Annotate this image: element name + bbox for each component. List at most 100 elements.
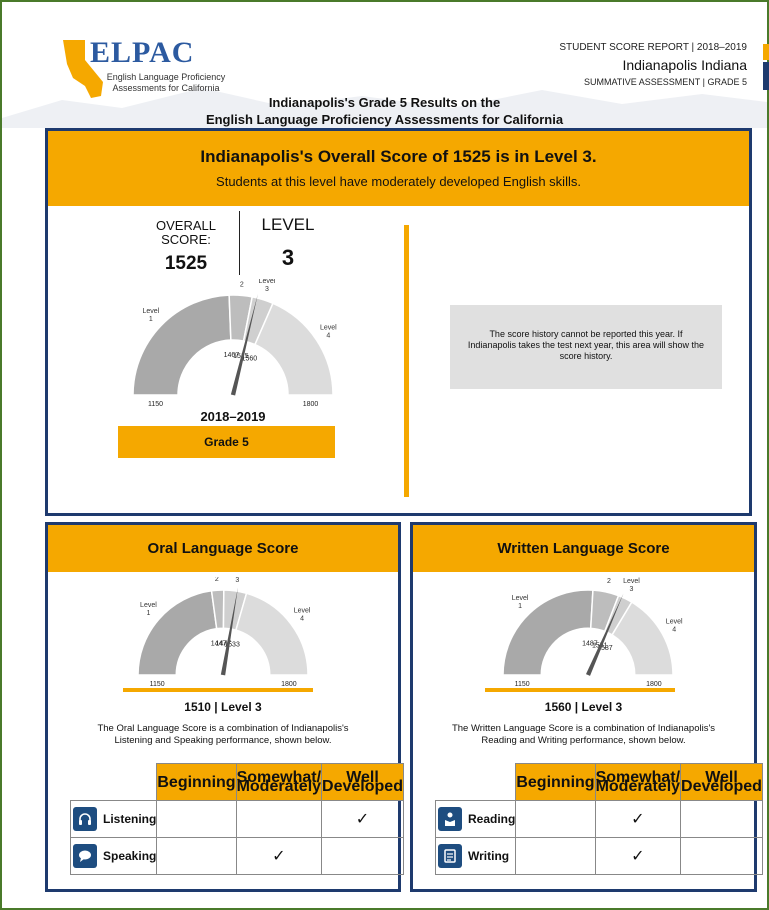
- overall-subline: Students at this level have moderately d…: [216, 174, 581, 189]
- oral-score-bar: [123, 688, 313, 692]
- written-score-bar: [485, 688, 675, 692]
- elpac-logo-title: ELPAC: [90, 36, 195, 69]
- written-description-line-2: Reading and Writing performance, shown b…: [481, 735, 686, 746]
- table-header-row: Beginning Somewhat/ Moderately Well Deve…: [71, 763, 404, 801]
- gauge-level-label-1: Level 1: [140, 602, 157, 617]
- gauge-level-label-4: Level 4: [320, 325, 337, 340]
- check-icon: ✓: [631, 848, 645, 865]
- oral-language-title: Oral Language Score: [48, 525, 398, 572]
- listening-somewhat-cell: [235, 800, 323, 838]
- reading-label-cell: Reading: [434, 800, 517, 838]
- report-line: STUDENT SCORE REPORT | 2018–2019: [559, 42, 747, 53]
- speaking-beginning-cell: [156, 837, 237, 875]
- score-history-placeholder: The score history cannot be reported thi…: [450, 305, 722, 389]
- speaking-label: Speaking: [103, 849, 157, 863]
- table-header-blank: [71, 764, 157, 801]
- overall-score-panel: Indianapolis's Overall Score of 1525 is …: [45, 128, 752, 516]
- oral-description: The Oral Language Score is a combination…: [48, 723, 398, 747]
- logo-subtitle-line-2: Assessments for California: [112, 83, 220, 93]
- report-title-line-1: Indianapolis's Grade 5 Results on the: [268, 95, 501, 110]
- overall-score-label-line-1: OVERALL: [156, 218, 216, 233]
- table-row-reading: Reading ✓: [434, 800, 763, 838]
- oral-language-panel: Oral Language Score Level1 Level2 Level3 Le…: [45, 522, 404, 892]
- gauge-level-label-1: Level 1: [512, 595, 529, 610]
- oral-description-line-1: The Oral Language Score is a combination…: [97, 723, 349, 734]
- check-icon: ✓: [355, 811, 370, 828]
- table-header-row: Beginning Somewhat/ Moderately Well Deve…: [436, 763, 763, 801]
- header-somewhat-moderately: Somewhat/ Moderately: [594, 763, 682, 801]
- gauge-min-label: 1150: [515, 681, 530, 688]
- writing-label-cell: Writing: [434, 837, 517, 875]
- gauge-max-label: 1800: [303, 401, 319, 408]
- oral-score-line: 1510 | Level 3: [184, 700, 262, 714]
- gauge-level-label-2: Level2: [233, 279, 250, 288]
- oral-performance-table: Beginning Somewhat/ Moderately Well Deve…: [69, 763, 404, 875]
- reading-beginning-cell: [515, 800, 596, 838]
- gauge-level-label-1: Level 1: [142, 308, 159, 323]
- gauge-segment-level-4: [253, 302, 334, 396]
- level-value: 3: [281, 245, 295, 270]
- document-icon: [438, 844, 462, 868]
- gauge-min-label: 1150: [148, 401, 163, 408]
- gauge-min-label: 1150: [150, 681, 165, 688]
- logo-subtitle-line-1: English Language Proficiency: [106, 72, 226, 82]
- table-header-blank: [436, 764, 516, 801]
- gauge-segment-level-4: [235, 592, 309, 676]
- overall-score-gauge: Level1Level2Level3Level41467151515601150…: [132, 279, 337, 408]
- oral-description-line-2: Listening and Speaking performance, show…: [114, 735, 332, 746]
- report-info: STUDENT SCORE REPORT | 2018–2019 Indiana…: [559, 42, 747, 87]
- gauge-level-label-3: Level3: [229, 577, 246, 584]
- overall-score-label-line-2: SCORE:: [161, 232, 211, 247]
- gauge-level-label-2: Level2: [601, 577, 618, 585]
- speaking-somewhat-cell: ✓: [235, 837, 323, 875]
- header-somewhat-moderately: Somewhat/ Moderately: [235, 763, 323, 801]
- overall-year: 2018–2019: [200, 409, 266, 424]
- reading-somewhat-cell: ✓: [594, 800, 682, 838]
- report-title-line-2: English Language Proficiency Assessments…: [205, 112, 564, 127]
- header-well-developed: Well Developed: [680, 763, 763, 801]
- score-level-divider: [239, 211, 240, 275]
- written-language-panel: Written Language Score Level1 Level2 Level…: [410, 522, 763, 892]
- listening-label: Listening: [103, 812, 157, 826]
- overall-score-label: OVERALL SCORE:: [151, 219, 221, 247]
- oral-score-gauge: Level1Level2Level3Level41447147715331150…: [137, 577, 311, 688]
- table-row-listening: Listening ✓: [69, 800, 404, 838]
- written-description: The Written Language Score is a combinat…: [413, 723, 754, 747]
- gauge-segment-level-1: [502, 589, 594, 676]
- written-score-line: 1560 | Level 3: [544, 700, 623, 714]
- overall-headline-banner: Indianapolis's Overall Score of 1525 is …: [48, 131, 749, 206]
- header-well-developed: Well Developed: [321, 763, 404, 801]
- student-location: Indianapolis Indiana: [622, 57, 747, 73]
- gauge-cut-label: 1560: [242, 355, 258, 362]
- header-accent-bar-navy: [763, 62, 769, 90]
- gauge-level-label-3: Level3: [623, 578, 640, 593]
- header-beginning: Beginning: [156, 763, 237, 801]
- writing-beginning-cell: [515, 837, 596, 875]
- speaking-well-developed-cell: [321, 837, 404, 875]
- speaking-label-cell: Speaking: [69, 837, 158, 875]
- writing-well-developed-cell: [680, 837, 763, 875]
- header-moderately-line: Moderately: [236, 778, 322, 795]
- gauge-level-label-4: Level 4: [294, 607, 311, 622]
- reader-icon: [438, 807, 462, 831]
- panel-vertical-divider: [404, 225, 409, 497]
- header-moderately-line: Moderately: [595, 778, 681, 795]
- assessment-line: SUMMATIVE ASSESSMENT | GRADE 5: [583, 77, 747, 87]
- reading-label: Reading: [468, 812, 516, 826]
- header-developed-line: Developed: [681, 778, 762, 795]
- overall-score-value: 1525: [164, 253, 208, 274]
- report-title: Indianapolis's Grade 5 Results on the En…: [0, 94, 769, 128]
- writing-somewhat-cell: ✓: [594, 837, 682, 875]
- writing-label: Writing: [468, 849, 510, 863]
- check-icon: ✓: [631, 811, 645, 828]
- headphones-icon: [73, 807, 97, 831]
- gauge-max-label: 1800: [281, 681, 297, 688]
- gauge-level-label-2: Level2: [208, 577, 225, 583]
- reading-well-developed-cell: [680, 800, 763, 838]
- speech-bubble-icon: [73, 844, 97, 868]
- listening-label-cell: Listening: [69, 800, 158, 838]
- gauge-max-label: 1800: [646, 681, 662, 688]
- level-label: LEVEL: [261, 215, 315, 234]
- header-beginning: Beginning: [515, 763, 596, 801]
- check-icon: ✓: [272, 848, 286, 865]
